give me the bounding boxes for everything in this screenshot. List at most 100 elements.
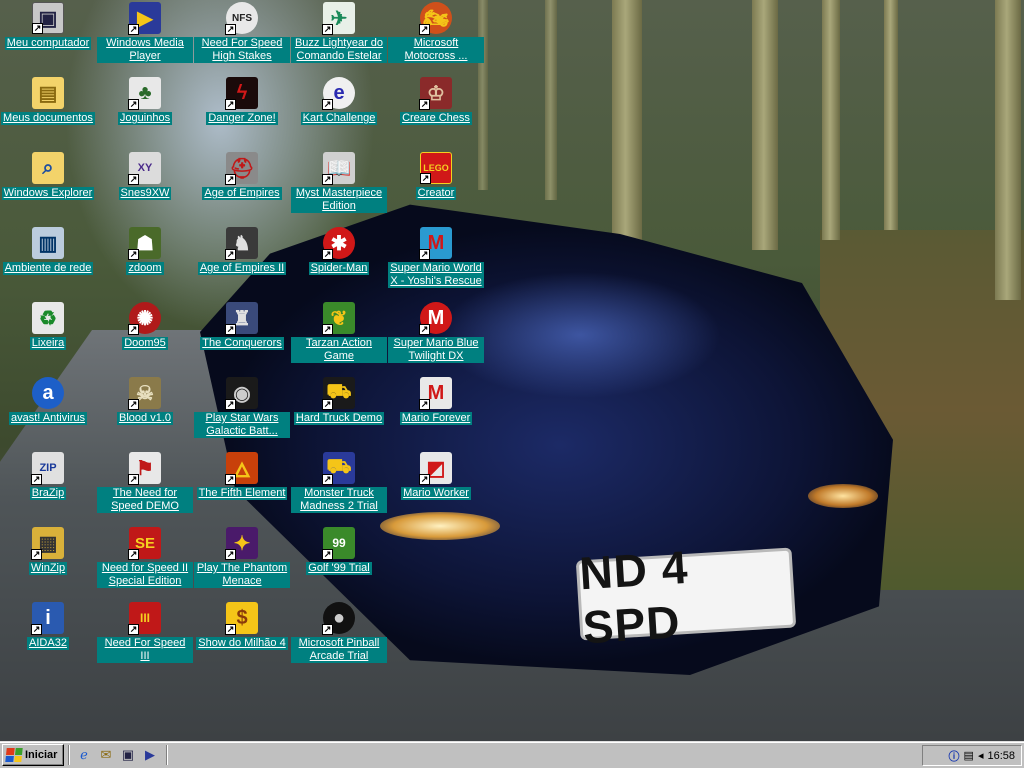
spider-man-icon: ✱ ↗ [322,227,355,260]
desktop-icon-nfs3[interactable]: III ↗ Need For Speed III [97,602,193,663]
windows-logo-icon [5,748,23,762]
desktop-icon-phantom-menace[interactable]: ✦ ↗ Play The Phantom Menace [194,527,290,588]
system-tray: ⓘ ▤ ◂ 16:58 [922,745,1022,766]
show-desktop-icon[interactable]: ▣ [118,745,138,765]
volume-icon[interactable]: ◂ [978,749,984,762]
desktop-icon-windows-explorer[interactable]: ⌕ Windows Explorer [0,152,96,200]
desktop-icon-media-player[interactable]: ▶ ↗ Windows Media Player [97,2,193,63]
media-player-icon: ▶ ↗ [128,2,161,35]
cards-icon: ♣ ↗ [128,77,161,110]
desktop-icon-my-documents[interactable]: ▤ Meus documentos [0,77,96,125]
desktop-icon-nfs2-se[interactable]: SE ↗ Need for Speed II Special Edition [97,527,193,588]
checkered-flag-icon: ⚑ ↗ [128,452,161,485]
knight-icon: ♞ ↗ [225,227,258,260]
conquerors-icon: ♜ ↗ [225,302,258,335]
network-tray-icon[interactable]: ▤ [964,749,974,762]
desktop-icon-my-computer[interactable]: ▣ ↗ Meu computador [0,2,96,50]
mario-forever-icon: M ↗ [419,377,452,410]
desktop-icon-mario-worker[interactable]: ◩ ↗ Mario Worker [388,452,484,500]
myst-book-icon: 📖 ↗ [322,152,355,185]
desktop-icon-winzip[interactable]: ▦ ↗ WinZip [0,527,96,575]
desktop-icon-danger-zone[interactable]: ϟ ↗ Danger Zone! [194,77,290,125]
desktop-icon-nfs-high-stakes[interactable]: NFS ↗ Need For Speed High Stakes [194,2,290,63]
desktop-icon-need-for-speed-demo[interactable]: ⚑ ↗ The Need for Speed DEMO [97,452,193,513]
aida32-icon: i ↗ [31,602,64,635]
brazip-icon: ZIP ↗ [31,452,64,485]
helmet-icon: ⛑ ↗ [225,152,258,185]
car-headlight [380,512,500,540]
desktop-icon-show-do-milhao[interactable]: $ ↗ Show do Milhão 4 [194,602,290,650]
ie-icon[interactable]: ℯ [74,745,94,765]
show-do-milhao-icon: $ ↗ [225,602,258,635]
desktop-icon-blood[interactable]: ☠ ↗ Blood v1.0 [97,377,193,425]
desktop-icon-myst[interactable]: 📖 ↗ Myst Masterpiece Edition [291,152,387,213]
explorer-icon: ⌕ [32,152,64,184]
monster-truck-icon: ⛟ ↗ [322,452,355,485]
kart-challenge-icon: e ↗ [322,77,355,110]
taskbar: Iniciar ℯ ✉ ▣ ▶ ⓘ ▤ ◂ 16:58 [0,741,1024,768]
start-label: Iniciar [25,749,58,761]
desktop-icon-joguinhos[interactable]: ♣ ↗ Joguinhos [97,77,193,125]
desktop-icon-super-mario-blue-twilight[interactable]: M ↗ Super Mario Blue Twilight DX [388,302,484,363]
mario-worker-icon: ◩ ↗ [419,452,452,485]
start-button[interactable]: Iniciar [2,744,64,766]
nfs3-icon: III ↗ [128,602,161,635]
car-headlight [808,484,878,508]
desktop-icon-buzz-lightyear[interactable]: ✈ ↗ Buzz Lightyear do Comando Estelar [291,2,387,63]
desktop-icon-recycle-bin[interactable]: ♻ Lixeira [0,302,96,350]
danger-zone-icon: ϟ ↗ [225,77,258,110]
wallpaper-tree [545,0,557,200]
desktop-icon-aida32[interactable]: i ↗ AIDA32 [0,602,96,650]
desktop-icon-spider-man[interactable]: ✱ ↗ Spider-Man [291,227,387,275]
desktop-icon-the-fifth-element[interactable]: 🜂 ↗ The Fifth Element [194,452,290,500]
clock[interactable]: 16:58 [987,750,1015,762]
desktop-icon-monster-truck-madness[interactable]: ⛟ ↗ Monster Truck Madness 2 Trial [291,452,387,513]
license-plate: ND 4 SPD [575,541,797,653]
nfs2se-icon: SE ↗ [128,527,161,560]
desktop-icon-motocross[interactable]: 🏍 ↗ Microsoft Motocross ... [388,2,484,63]
desktop-icon-tarzan[interactable]: ❦ ↗ Tarzan Action Game [291,302,387,363]
doom-icon: ✺ ↗ [128,302,161,335]
desktop-icon-super-mario-world-x[interactable]: M ↗ Super Mario World X - Yoshi's Rescue [388,227,484,288]
my-computer-icon: ▣ ↗ [32,2,64,34]
truck-icon: ⛟ ↗ [322,377,355,410]
desktop-icon-snes9xw[interactable]: XY ↗ Snes9XW [97,152,193,200]
star-wars-icon: ◉ ↗ [225,377,258,410]
mario-icon: M ↗ [419,227,452,260]
desktop[interactable]: ND 4 SPD ▣ ↗ Meu computador ▤ Meus docume… [0,0,1024,741]
golf-icon: 99 ↗ [322,527,355,560]
desktop-icon-age-of-empires-ii[interactable]: ♞ ↗ Age of Empires II [194,227,290,275]
desktop-icon-creare-chess[interactable]: ♔ ↗ Creare Chess [388,77,484,125]
tarzan-icon: ❦ ↗ [322,302,355,335]
network-icon: ▥ [32,227,64,259]
wallpaper-tree [752,0,778,250]
desktop-icon-avast[interactable]: a avast! Antivirus [0,377,96,425]
desktop-icon-star-wars-galactic-battlegrounds[interactable]: ◉ ↗ Play Star Wars Galactic Batt... [194,377,290,438]
chess-icon: ♔ ↗ [419,77,452,110]
outlook-express-icon[interactable]: ✉ [96,745,116,765]
wallpaper-tree [995,0,1021,300]
desktop-icon-doom95[interactable]: ✺ ↗ Doom95 [97,302,193,350]
skull-icon: ☠ ↗ [128,377,161,410]
avast-icon: a [32,377,64,409]
info-icon[interactable]: ⓘ [949,748,960,764]
media-player-quicklaunch-icon[interactable]: ▶ [140,745,160,765]
desktop-icon-kart-challenge[interactable]: e ↗ Kart Challenge [291,77,387,125]
pinball-icon: ● ↗ [322,602,355,635]
fifth-element-icon: 🜂 ↗ [225,452,258,485]
desktop-icon-hard-truck[interactable]: ⛟ ↗ Hard Truck Demo [291,377,387,425]
desktop-icon-lego-creator[interactable]: LEGO ↗ Creator [388,152,484,200]
wallpaper-tree [822,0,840,240]
desktop-icon-mario-forever[interactable]: M ↗ Mario Forever [388,377,484,425]
doom-marine-icon: ☗ ↗ [128,227,161,260]
recycle-bin-icon: ♻ [32,302,64,334]
lego-icon: LEGO ↗ [420,152,452,184]
desktop-icon-zdoom[interactable]: ☗ ↗ zdoom [97,227,193,275]
desktop-icon-golf-99[interactable]: 99 ↗ Golf '99 Trial [291,527,387,575]
desktop-icon-network[interactable]: ▥ Ambiente de rede [0,227,96,275]
desktop-icon-age-of-empires[interactable]: ⛑ ↗ Age of Empires [194,152,290,200]
mario-blue-icon: M ↗ [419,302,452,335]
desktop-icon-pinball-arcade[interactable]: ● ↗ Microsoft Pinball Arcade Trial [291,602,387,663]
desktop-icon-the-conquerors[interactable]: ♜ ↗ The Conquerors [194,302,290,350]
desktop-icon-brazip[interactable]: ZIP ↗ BraZip [0,452,96,500]
